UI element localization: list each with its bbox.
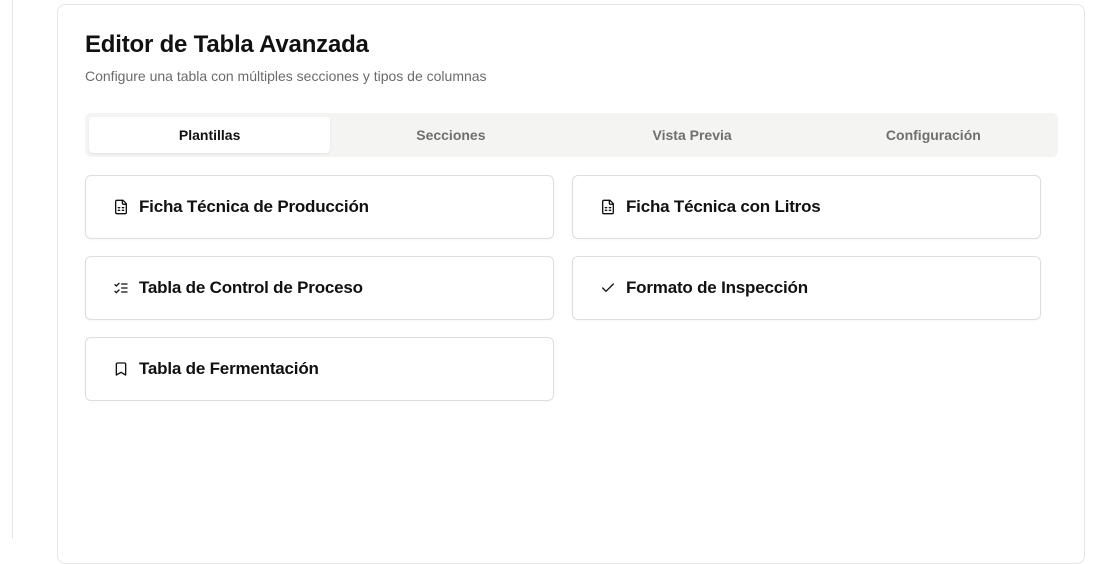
table-editor-card: Editor de Tabla Avanzada Configure una t…: [57, 4, 1085, 564]
template-label: Ficha Técnica de Producción: [139, 197, 369, 216]
check-icon: [600, 280, 616, 296]
tab-vista-previa[interactable]: Vista Previa: [572, 117, 813, 153]
bookmark-icon: [113, 361, 129, 377]
tab-list: Plantillas Secciones Vista Previa Config…: [85, 113, 1058, 157]
template-button-formato-inspeccion[interactable]: Formato de Inspección: [572, 256, 1041, 320]
file-spreadsheet-icon: [600, 199, 616, 215]
template-label: Tabla de Control de Proceso: [139, 278, 363, 297]
tab-configuracion[interactable]: Configuración: [813, 117, 1054, 153]
template-label: Formato de Inspección: [626, 278, 808, 297]
list-checks-icon: [113, 280, 129, 296]
template-button-fermentacion[interactable]: Tabla de Fermentación: [85, 337, 554, 401]
page-title: Editor de Tabla Avanzada: [85, 31, 369, 58]
page-divider: [12, 0, 13, 539]
template-button-ficha-tecnica-produccion[interactable]: Ficha Técnica de Producción: [85, 175, 554, 239]
template-label: Ficha Técnica con Litros: [626, 197, 821, 216]
template-label: Tabla de Fermentación: [139, 359, 319, 378]
page-subtitle: Configure una tabla con múltiples seccio…: [85, 68, 487, 84]
template-button-control-proceso[interactable]: Tabla de Control de Proceso: [85, 256, 554, 320]
file-spreadsheet-icon: [113, 199, 129, 215]
template-button-ficha-tecnica-litros[interactable]: Ficha Técnica con Litros: [572, 175, 1041, 239]
tab-secciones[interactable]: Secciones: [330, 117, 571, 153]
tab-plantillas[interactable]: Plantillas: [89, 117, 331, 153]
